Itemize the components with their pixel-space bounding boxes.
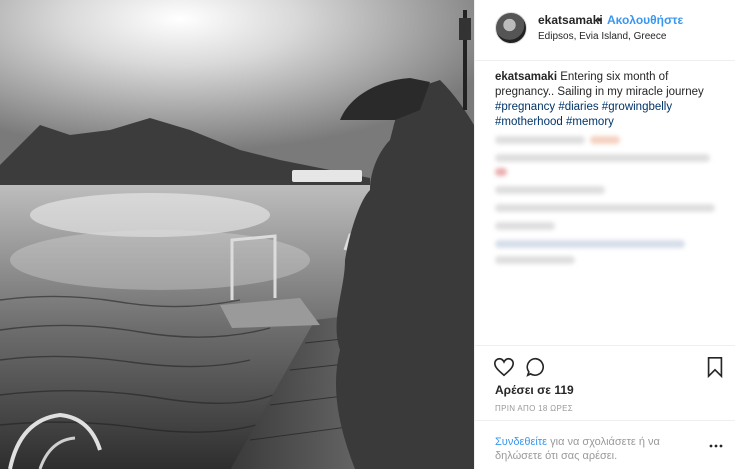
post-sidebar: ekatsamaki • Ακολουθήστε Edipsos, Evia I… <box>474 0 735 469</box>
heart-icon[interactable] <box>493 356 515 378</box>
beach-dock-photo <box>0 0 474 469</box>
blurred-comment <box>495 256 575 264</box>
bookmark-icon[interactable] <box>704 356 726 378</box>
login-prompt: Συνδεθείτε για να σχολιάσετε ή να δηλώσε… <box>495 435 695 463</box>
username-link[interactable]: ekatsamaki <box>538 13 603 27</box>
hashtag[interactable]: #motherhood <box>495 116 563 128</box>
blurred-comment <box>495 136 585 144</box>
action-bar <box>475 345 735 386</box>
blurred-comment <box>495 240 685 248</box>
hashtag[interactable]: #memory <box>566 116 614 128</box>
hashtag[interactable]: #pregnancy <box>495 101 555 113</box>
likes-count[interactable]: Αρέσει σε 119 <box>495 383 574 397</box>
caption-username[interactable]: ekatsamaki <box>495 71 557 83</box>
blurred-comment <box>495 186 605 194</box>
instagram-post: ekatsamaki • Ακολουθήστε Edipsos, Evia I… <box>0 0 735 469</box>
blurred-comment <box>590 136 620 144</box>
separator-dot: • <box>597 13 602 27</box>
post-header: ekatsamaki • Ακολουθήστε Edipsos, Evia I… <box>475 0 735 61</box>
hashtag[interactable]: #growingbelly <box>602 101 672 113</box>
caption: ekatsamaki Entering six month of pregnan… <box>495 70 723 130</box>
login-link[interactable]: Συνδεθείτε <box>495 436 547 448</box>
blurred-comment <box>495 204 715 212</box>
blurred-comment <box>495 168 507 176</box>
location-link[interactable]: Edipsos, Evia Island, Greece <box>538 31 666 42</box>
post-photo[interactable] <box>0 0 474 469</box>
blurred-comment <box>495 222 555 230</box>
blurred-comment <box>495 154 710 162</box>
avatar[interactable] <box>495 12 527 44</box>
timestamp: ΠΡΙΝ ΑΠΟ 18 ΩΡΕΣ <box>495 404 573 413</box>
follow-button[interactable]: Ακολουθήστε <box>607 13 683 27</box>
more-options-icon[interactable] <box>708 438 724 454</box>
hashtag[interactable]: #diaries <box>558 101 598 113</box>
comment-icon[interactable] <box>525 356 547 378</box>
comment-login-area: Συνδεθείτε για να σχολιάσετε ή να δηλώσε… <box>475 420 735 470</box>
